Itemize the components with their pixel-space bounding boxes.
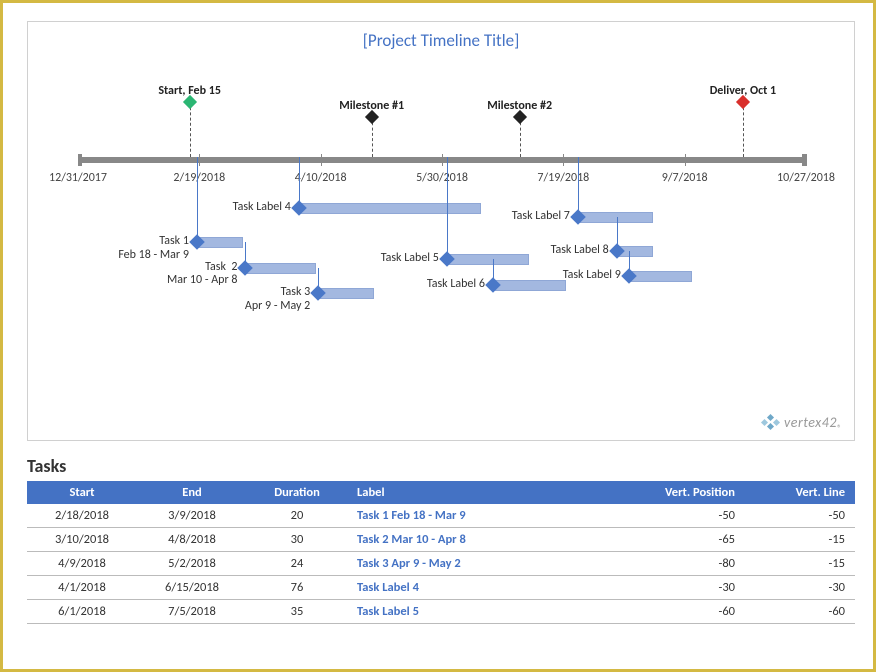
cell-vline: -30 — [745, 576, 855, 600]
task-connector — [197, 157, 198, 242]
tasks-heading: Tasks — [27, 455, 66, 477]
cell-vpos: -65 — [615, 528, 745, 552]
task-connector — [578, 157, 579, 217]
task-label: Task 3 Apr 9 - May 2 — [245, 286, 310, 314]
cell-end: 4/8/2018 — [137, 528, 247, 552]
axis-tick — [321, 154, 322, 166]
table-row: 3/10/20184/8/201830Task 2 Mar 10 - Apr 8… — [27, 528, 855, 552]
axis-tick — [685, 154, 686, 166]
col-vpos: Vert. Position — [615, 481, 745, 504]
cell-start: 4/1/2018 — [27, 576, 137, 600]
cell-duration: 30 — [247, 528, 347, 552]
axis-tick-label: 9/7/2018 — [662, 171, 708, 185]
cell-end: 3/9/2018 — [137, 504, 247, 528]
cell-start: 6/1/2018 — [27, 600, 137, 624]
milestone-label: Deliver, Oct 1 — [710, 84, 776, 98]
milestone-label: Milestone #1 — [339, 99, 404, 113]
cell-vpos: -80 — [615, 552, 745, 576]
cell-vline: -15 — [745, 528, 855, 552]
cell-vline: -60 — [745, 600, 855, 624]
brand-text: vertex42 — [784, 414, 837, 431]
cell-duration: 24 — [247, 552, 347, 576]
milestone-label: Start, Feb 15 — [158, 84, 221, 98]
cell-end: 5/2/2018 — [137, 552, 247, 576]
axis-tick-label: 10/27/2018 — [777, 171, 835, 185]
axis-tick-label: 4/10/2018 — [295, 171, 347, 185]
axis-tick — [78, 154, 79, 166]
task-label: Task Label 7 — [512, 210, 570, 224]
task-label: Task Label 6 — [427, 278, 485, 292]
brand-watermark: vertex42® — [762, 414, 842, 434]
task-label: Task Label 8 — [551, 244, 609, 258]
cell-start: 2/18/2018 — [27, 504, 137, 528]
cell-duration: 76 — [247, 576, 347, 600]
cell-start: 3/10/2018 — [27, 528, 137, 552]
table-body: 2/18/20183/9/201820Task 1 Feb 18 - Mar 9… — [27, 504, 855, 624]
cell-label: Task Label 5 — [347, 600, 615, 624]
task-bar — [493, 280, 566, 291]
table-row: 6/1/20187/5/201835Task Label 5-60-60 — [27, 600, 855, 624]
cell-vpos: -60 — [615, 600, 745, 624]
table-row: 2/18/20183/9/201820Task 1 Feb 18 - Mar 9… — [27, 504, 855, 528]
axis-tick — [563, 154, 564, 166]
milestone-label: Milestone #2 — [487, 99, 552, 113]
col-label: Label — [347, 481, 615, 504]
task-bar — [447, 254, 530, 265]
task-connector — [447, 157, 448, 259]
task-label: Task 1 Feb 18 - Mar 9 — [118, 235, 189, 263]
cell-start: 4/9/2018 — [27, 552, 137, 576]
task-label: Task Label 9 — [563, 269, 621, 283]
cell-label: Task 3 Apr 9 - May 2 — [347, 552, 615, 576]
col-duration: Duration — [247, 481, 347, 504]
cell-label: Task 2 Mar 10 - Apr 8 — [347, 528, 615, 552]
axis-tick — [199, 154, 200, 166]
tasks-table: Start End Duration Label Vert. Position … — [27, 481, 855, 624]
cell-end: 7/5/2018 — [137, 600, 247, 624]
cell-vpos: -50 — [615, 504, 745, 528]
cell-label: Task Label 4 — [347, 576, 615, 600]
axis-tick — [442, 154, 443, 166]
col-vline: Vert. Line — [745, 481, 855, 504]
task-bar — [245, 263, 315, 274]
task-label: Task Label 5 — [381, 252, 439, 266]
table-row: 4/1/20186/15/201876Task Label 4-30-30 — [27, 576, 855, 600]
axis-tick-label: 2/19/2018 — [173, 171, 225, 185]
cell-vline: -50 — [745, 504, 855, 528]
task-label: Task 2 Mar 10 - Apr 8 — [167, 261, 237, 289]
axis-tick-label: 5/30/2018 — [416, 171, 468, 185]
axis-tick-label: 7/19/2018 — [537, 171, 589, 185]
axis-tick — [806, 154, 807, 166]
timeline-chart: [Project Timeline Title] 12/31/20172/19/… — [27, 21, 855, 441]
task-bar — [578, 212, 653, 223]
chart-canvas: 12/31/2017 2/19/2018 4/10/2018 5/30/2018 7/1… — [28, 22, 854, 440]
axis-tick-label: 12/31/2017 — [49, 171, 107, 185]
col-start: Start — [27, 481, 137, 504]
cell-label: Task 1 Feb 18 - Mar 9 — [347, 504, 615, 528]
vertex42-icon — [762, 415, 780, 429]
cell-vpos: -30 — [615, 576, 745, 600]
cell-duration: 20 — [247, 504, 347, 528]
col-end: End — [137, 481, 247, 504]
page: [Project Timeline Title] 12/31/20172/19/… — [0, 0, 876, 672]
milestone-line — [190, 102, 191, 157]
cell-vline: -15 — [745, 552, 855, 576]
cell-duration: 35 — [247, 600, 347, 624]
task-label: Task Label 4 — [233, 201, 291, 215]
milestone-line — [743, 102, 744, 157]
task-bar — [299, 203, 481, 214]
cell-end: 6/15/2018 — [137, 576, 247, 600]
task-bar — [318, 288, 374, 299]
table-row: 4/9/20185/2/201824Task 3 Apr 9 - May 2-8… — [27, 552, 855, 576]
axis-line — [78, 157, 806, 163]
table-header: Start End Duration Label Vert. Position … — [27, 481, 855, 504]
task-bar — [629, 271, 692, 282]
